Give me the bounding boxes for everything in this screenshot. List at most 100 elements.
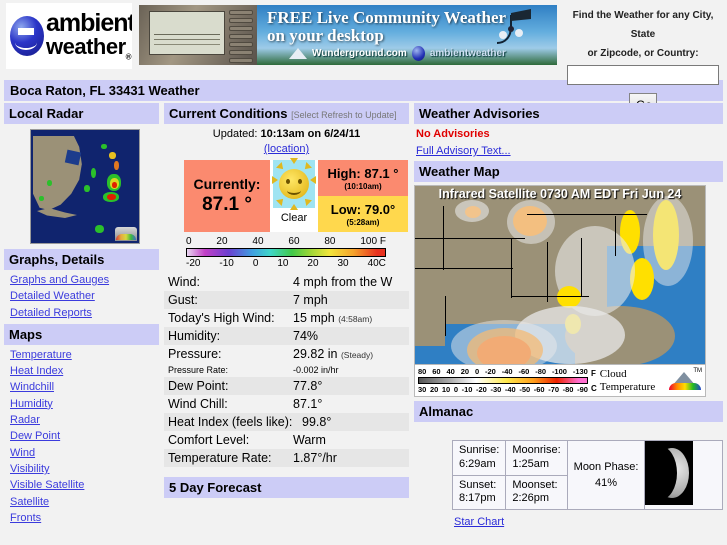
link-map-visible-satellite[interactable]: Visible Satellite — [10, 477, 84, 493]
legend-caption-line1: Cloud — [599, 367, 627, 380]
link-map-visibility[interactable]: Visibility — [10, 461, 50, 477]
ad-brand-row: Wunderground.com ambientweather — [289, 44, 554, 62]
sunset-value: 8:17pm — [459, 492, 496, 505]
link-map-windchill[interactable]: Windchill — [10, 379, 54, 395]
location-search: Find the Weather for any City, State or … — [557, 0, 727, 117]
state-border — [443, 206, 444, 270]
link-map-radar[interactable]: Radar — [10, 412, 40, 428]
row-key: Wind: — [168, 275, 200, 289]
right-column: Weather Advisories No Advisories Full Ad… — [414, 103, 723, 528]
row-value: Warm — [293, 433, 326, 447]
row-value: 77.8° — [293, 379, 323, 393]
legend-tick: -20 — [476, 385, 487, 394]
legend-color-bar — [418, 377, 588, 384]
temperature-color-bar — [186, 248, 386, 257]
link-detailed-weather[interactable]: Detailed Weather — [10, 288, 95, 304]
state-border — [615, 216, 616, 256]
row-key: Humidity: — [168, 329, 221, 343]
content-columns: Local Radar Graphs, Details Graphs and G… — [4, 103, 723, 528]
florida-keys — [37, 208, 77, 218]
advertisement-banner[interactable]: FREE Live Community Weather on your desk… — [139, 5, 557, 65]
legend-tick: -40 — [501, 367, 513, 376]
updated-label: Updated: — [212, 128, 258, 140]
row-value: 99.8° — [302, 415, 332, 429]
current-temperature-box: Currently: 87.1 ° — [184, 160, 270, 232]
currently-label: Currently: — [193, 176, 261, 192]
local-radar-panel — [4, 124, 159, 244]
cloud-cell — [557, 286, 581, 308]
full-advisory-row: Full Advisory Text... — [414, 141, 723, 161]
legend-tick: 10 — [441, 385, 451, 394]
link-map-dew-point[interactable]: Dew Point — [10, 428, 60, 444]
link-map-heat-index[interactable]: Heat Index — [10, 363, 63, 379]
low-time: (5:28am) — [346, 217, 380, 227]
legend-tick: -100 — [551, 367, 567, 376]
table-row: Pressure: 29.82 in (Steady) — [164, 345, 409, 363]
legend-tick: 30 — [418, 385, 427, 394]
link-map-wind[interactable]: Wind — [10, 445, 35, 461]
row-key: Wind Chill: — [168, 397, 228, 411]
row-key: Gust: — [168, 293, 198, 307]
radar-image[interactable] — [30, 129, 140, 244]
radar-echo — [47, 180, 52, 186]
link-map-humidity[interactable]: Humidity — [10, 396, 53, 412]
link-map-temperature[interactable]: Temperature — [10, 347, 72, 363]
link-map-satellite[interactable]: Satellite — [10, 494, 49, 510]
search-input[interactable] — [567, 65, 719, 85]
high-temperature-box: High: 87.1 ° (10:10am) — [318, 160, 408, 196]
row-key: Pressure Rate: — [168, 365, 229, 375]
star-chart-link[interactable]: Star Chart — [454, 516, 504, 528]
satellite-map-title: Infrared Satellite 0730 AM EDT Fri Jun 2… — [438, 187, 682, 201]
scale-c-tick: 20 — [307, 258, 319, 269]
current-conditions-heading: Current Conditions [Select Refresh to Up… — [164, 103, 409, 124]
radar-echo — [114, 161, 119, 170]
search-label-line1: Find the Weather for any City, State — [572, 10, 714, 40]
cloud-cell — [451, 320, 557, 364]
sunrise-value: 6:29am — [459, 457, 496, 470]
site-logo[interactable]: ambient weather® — [6, 3, 132, 69]
ad-brand-ambient: ambientweather — [429, 47, 506, 59]
condition-icon-box: Clear — [270, 158, 318, 232]
current-conditions-title: Current Conditions — [169, 106, 288, 121]
lake-okeechobee — [64, 149, 82, 166]
moonset-label: Moonset: — [512, 478, 558, 491]
high-value: High: 87.1 ° — [327, 165, 399, 181]
row-note: (4:58am) — [338, 314, 373, 324]
scale-f-tick: 80 — [324, 236, 336, 247]
moon-phase-cell: Moon Phase: 41% — [568, 441, 646, 509]
legend-tick: -40 — [504, 385, 516, 394]
scale-c-tick: 40C — [367, 258, 386, 269]
high-time: (10:10am) — [344, 181, 382, 191]
scale-f-tick: 20 — [216, 236, 228, 247]
star-chart-row: Star Chart — [452, 510, 723, 528]
table-row: Wind Chill: 87.1° — [164, 395, 409, 413]
scale-f-tick: 60 — [288, 236, 300, 247]
radar-echo — [91, 168, 96, 178]
scale-celsius-ticks: -20 -10 0 10 20 30 40C — [186, 258, 386, 269]
link-map-fronts[interactable]: Fronts — [10, 510, 41, 526]
row-value: 87.1° — [293, 397, 323, 411]
legend-caption: Cloud Temperature — [600, 368, 655, 393]
almanac-moon-column: Moonrise: 1:25am Moonset: 2:26pm — [506, 441, 568, 509]
almanac-sun-column: Sunrise: 6:29am Sunset: 8:17pm — [453, 441, 507, 509]
scale-c-tick: 30 — [337, 258, 349, 269]
state-border — [511, 238, 512, 298]
legend-tick: 40 — [446, 367, 455, 376]
radar-echo — [109, 152, 116, 159]
scale-c-tick: 0 — [252, 258, 259, 269]
link-graphs-and-gauges[interactable]: Graphs and Gauges — [10, 272, 109, 288]
link-detailed-reports[interactable]: Detailed Reports — [10, 305, 92, 321]
sunset-label: Sunset: — [459, 478, 497, 491]
satellite-map-image[interactable]: Infrared Satellite 0730 AM EDT Fri Jun 2… — [414, 185, 706, 365]
almanac-table: Sunrise: 6:29am Sunset: 8:17pm Moonrise:… — [452, 440, 723, 510]
radar-provider-logo — [115, 227, 137, 241]
full-advisory-link[interactable]: Full Advisory Text... — [416, 145, 511, 157]
table-row: Today's High Wind: 15 mph (4:58am) — [164, 309, 409, 327]
legend-tick: -60 — [533, 385, 545, 394]
location-link[interactable]: (location) — [264, 143, 309, 155]
sunrise-cell: Sunrise: 6:29am — [453, 441, 505, 475]
row-key: Comfort Level: — [168, 433, 250, 447]
cloud-temperature-legend: 80 60 40 20 0 -20 -40 -60 -80 -100 -130 — [414, 365, 706, 397]
logo-line1: ambient — [46, 8, 132, 37]
state-border — [581, 238, 582, 296]
